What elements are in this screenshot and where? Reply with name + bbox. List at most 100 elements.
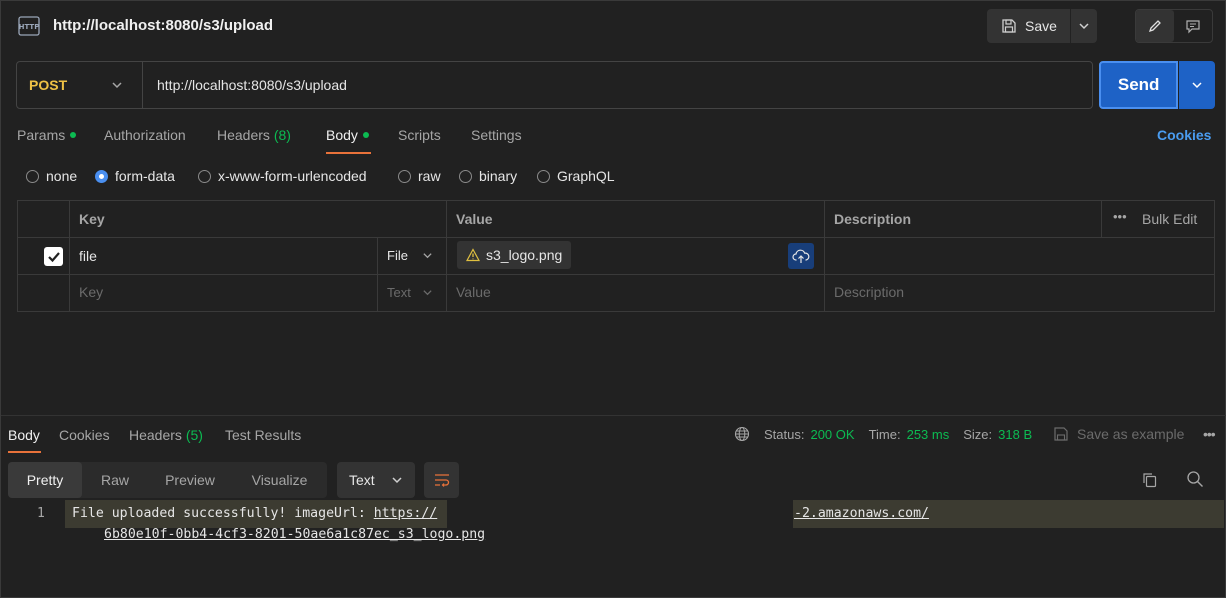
response-body-line[interactable]: File uploaded successfully! imageUrl: ht… — [72, 506, 437, 521]
save-button[interactable]: Save — [987, 9, 1071, 43]
chevron-down-icon — [422, 253, 432, 259]
format-select[interactable]: Text — [337, 462, 415, 498]
side-actions — [1135, 9, 1213, 43]
status-label: Status: — [764, 426, 805, 442]
type-select[interactable]: File — [387, 248, 433, 263]
key-placeholder[interactable]: Key — [79, 284, 103, 300]
upload-file-button[interactable] — [788, 243, 814, 269]
comment-icon — [1186, 20, 1200, 34]
type-label: Text — [387, 285, 411, 300]
send-group: Send — [1099, 61, 1215, 109]
key-input[interactable]: file — [79, 248, 97, 264]
bulk-edit-button[interactable]: Bulk Edit — [1142, 211, 1197, 227]
radio-x-www-form-urlencoded[interactable]: x-www-form-urlencoded — [198, 168, 367, 184]
radio-label: raw — [418, 168, 441, 184]
value-placeholder[interactable]: Value — [456, 284, 491, 300]
tab-body[interactable]: Body — [326, 127, 369, 143]
view-visualize[interactable]: Visualize — [232, 462, 327, 498]
tab-label: Params — [17, 127, 66, 143]
save-label: Save — [1025, 18, 1057, 34]
line-number: 1 — [37, 506, 45, 521]
tab-settings[interactable]: Settings — [471, 127, 522, 143]
checkmark-icon — [47, 251, 60, 262]
divider — [142, 62, 143, 108]
view-preview[interactable]: Preview — [148, 462, 232, 498]
row-checkbox[interactable] — [44, 247, 63, 266]
headers-count: (5) — [185, 427, 203, 443]
chevron-down-icon — [1192, 82, 1202, 89]
send-button[interactable]: Send — [1099, 61, 1179, 109]
globe-icon[interactable] — [734, 426, 750, 442]
file-name: s3_logo.png — [486, 247, 563, 263]
wrap-lines-button[interactable] — [424, 462, 459, 498]
warning-icon — [466, 248, 480, 262]
column-header-description: Description — [834, 211, 912, 227]
response-size[interactable]: 318 B — [998, 427, 1032, 442]
tab-authorization[interactable]: Authorization — [104, 127, 186, 143]
divider — [18, 274, 1214, 275]
save-options-button[interactable] — [1071, 9, 1097, 43]
more-icon[interactable]: ••• — [1203, 426, 1216, 442]
radio-form-data[interactable]: form-data — [95, 168, 175, 184]
response-tab-test-results[interactable]: Test Results — [225, 427, 301, 443]
response-url-host[interactable]: -2.amazonaws.com/ — [794, 506, 929, 521]
time-label: Time: — [868, 426, 901, 442]
http-icon: HTTP — [17, 14, 41, 38]
view-pretty[interactable]: Pretty — [8, 462, 82, 498]
description-placeholder[interactable]: Description — [834, 284, 904, 300]
tab-params[interactable]: Params — [17, 127, 77, 143]
url-bar: POST http://localhost:8080/s3/upload — [16, 61, 1093, 109]
tab-label: Headers — [217, 127, 270, 143]
comments-button[interactable] — [1174, 10, 1212, 42]
radio-label: none — [46, 168, 78, 184]
response-time[interactable]: 253 ms — [907, 427, 950, 442]
cookies-link[interactable]: Cookies — [1157, 127, 1211, 143]
divider — [69, 201, 70, 311]
request-header: HTTP http://localhost:8080/s3/upload Sav… — [1, 1, 1226, 51]
edit-button[interactable] — [1136, 10, 1174, 42]
response-tab-cookies[interactable]: Cookies — [59, 427, 110, 443]
radio-graphql[interactable]: GraphQL — [537, 168, 615, 184]
request-title[interactable]: http://localhost:8080/s3/upload — [53, 17, 273, 34]
form-data-table: Key Value Description ••• Bulk Edit file… — [17, 200, 1215, 312]
response-url-path[interactable]: 6b80e10f-0bb4-4cf3-8201-50ae6a1c87ec_s3_… — [104, 527, 485, 542]
divider — [446, 201, 447, 311]
save-icon — [1002, 19, 1016, 33]
column-header-value: Value — [456, 211, 493, 227]
send-options-button[interactable] — [1179, 61, 1215, 109]
radio-none[interactable]: none — [26, 168, 77, 184]
tab-scripts[interactable]: Scripts — [398, 127, 441, 143]
view-raw[interactable]: Raw — [82, 462, 148, 498]
radio-circle — [398, 169, 411, 183]
response-url-start[interactable]: https:// — [374, 506, 438, 521]
divider — [1, 415, 1226, 416]
radio-circle — [198, 169, 211, 183]
response-tab-headers[interactable]: Headers (5) — [129, 427, 203, 443]
save-icon — [1054, 427, 1068, 441]
cloud-upload-icon — [792, 249, 810, 263]
tab-label: Headers — [129, 427, 182, 443]
radio-raw[interactable]: raw — [398, 168, 441, 184]
radio-label: GraphQL — [557, 168, 615, 184]
file-chip[interactable]: s3_logo.png — [457, 241, 571, 269]
url-input[interactable]: http://localhost:8080/s3/upload — [157, 77, 347, 93]
tab-label: Body — [326, 127, 358, 143]
save-as-example-button[interactable]: Save as example — [1053, 426, 1184, 442]
response-view-toggle: Pretty Raw Preview Visualize — [8, 462, 327, 498]
save-example-label: Save as example — [1077, 426, 1185, 442]
column-header-key: Key — [79, 211, 105, 227]
method-select[interactable]: POST — [29, 77, 67, 93]
more-icon[interactable]: ••• — [1113, 209, 1127, 224]
chevron-down-icon[interactable] — [111, 78, 123, 96]
tab-headers[interactable]: Headers (8) — [217, 127, 291, 143]
response-tab-body[interactable]: Body — [8, 427, 40, 443]
radio-label: binary — [479, 168, 518, 184]
size-label: Size: — [963, 426, 993, 442]
search-icon[interactable] — [1186, 470, 1204, 493]
type-select[interactable]: Text — [387, 285, 433, 300]
copy-icon[interactable] — [1141, 471, 1159, 494]
status-code[interactable]: 200 OK — [810, 427, 854, 442]
chevron-down-icon — [423, 290, 433, 296]
radio-binary[interactable]: binary — [459, 168, 517, 184]
response-text: File uploaded successfully! imageUrl: — [72, 506, 374, 521]
